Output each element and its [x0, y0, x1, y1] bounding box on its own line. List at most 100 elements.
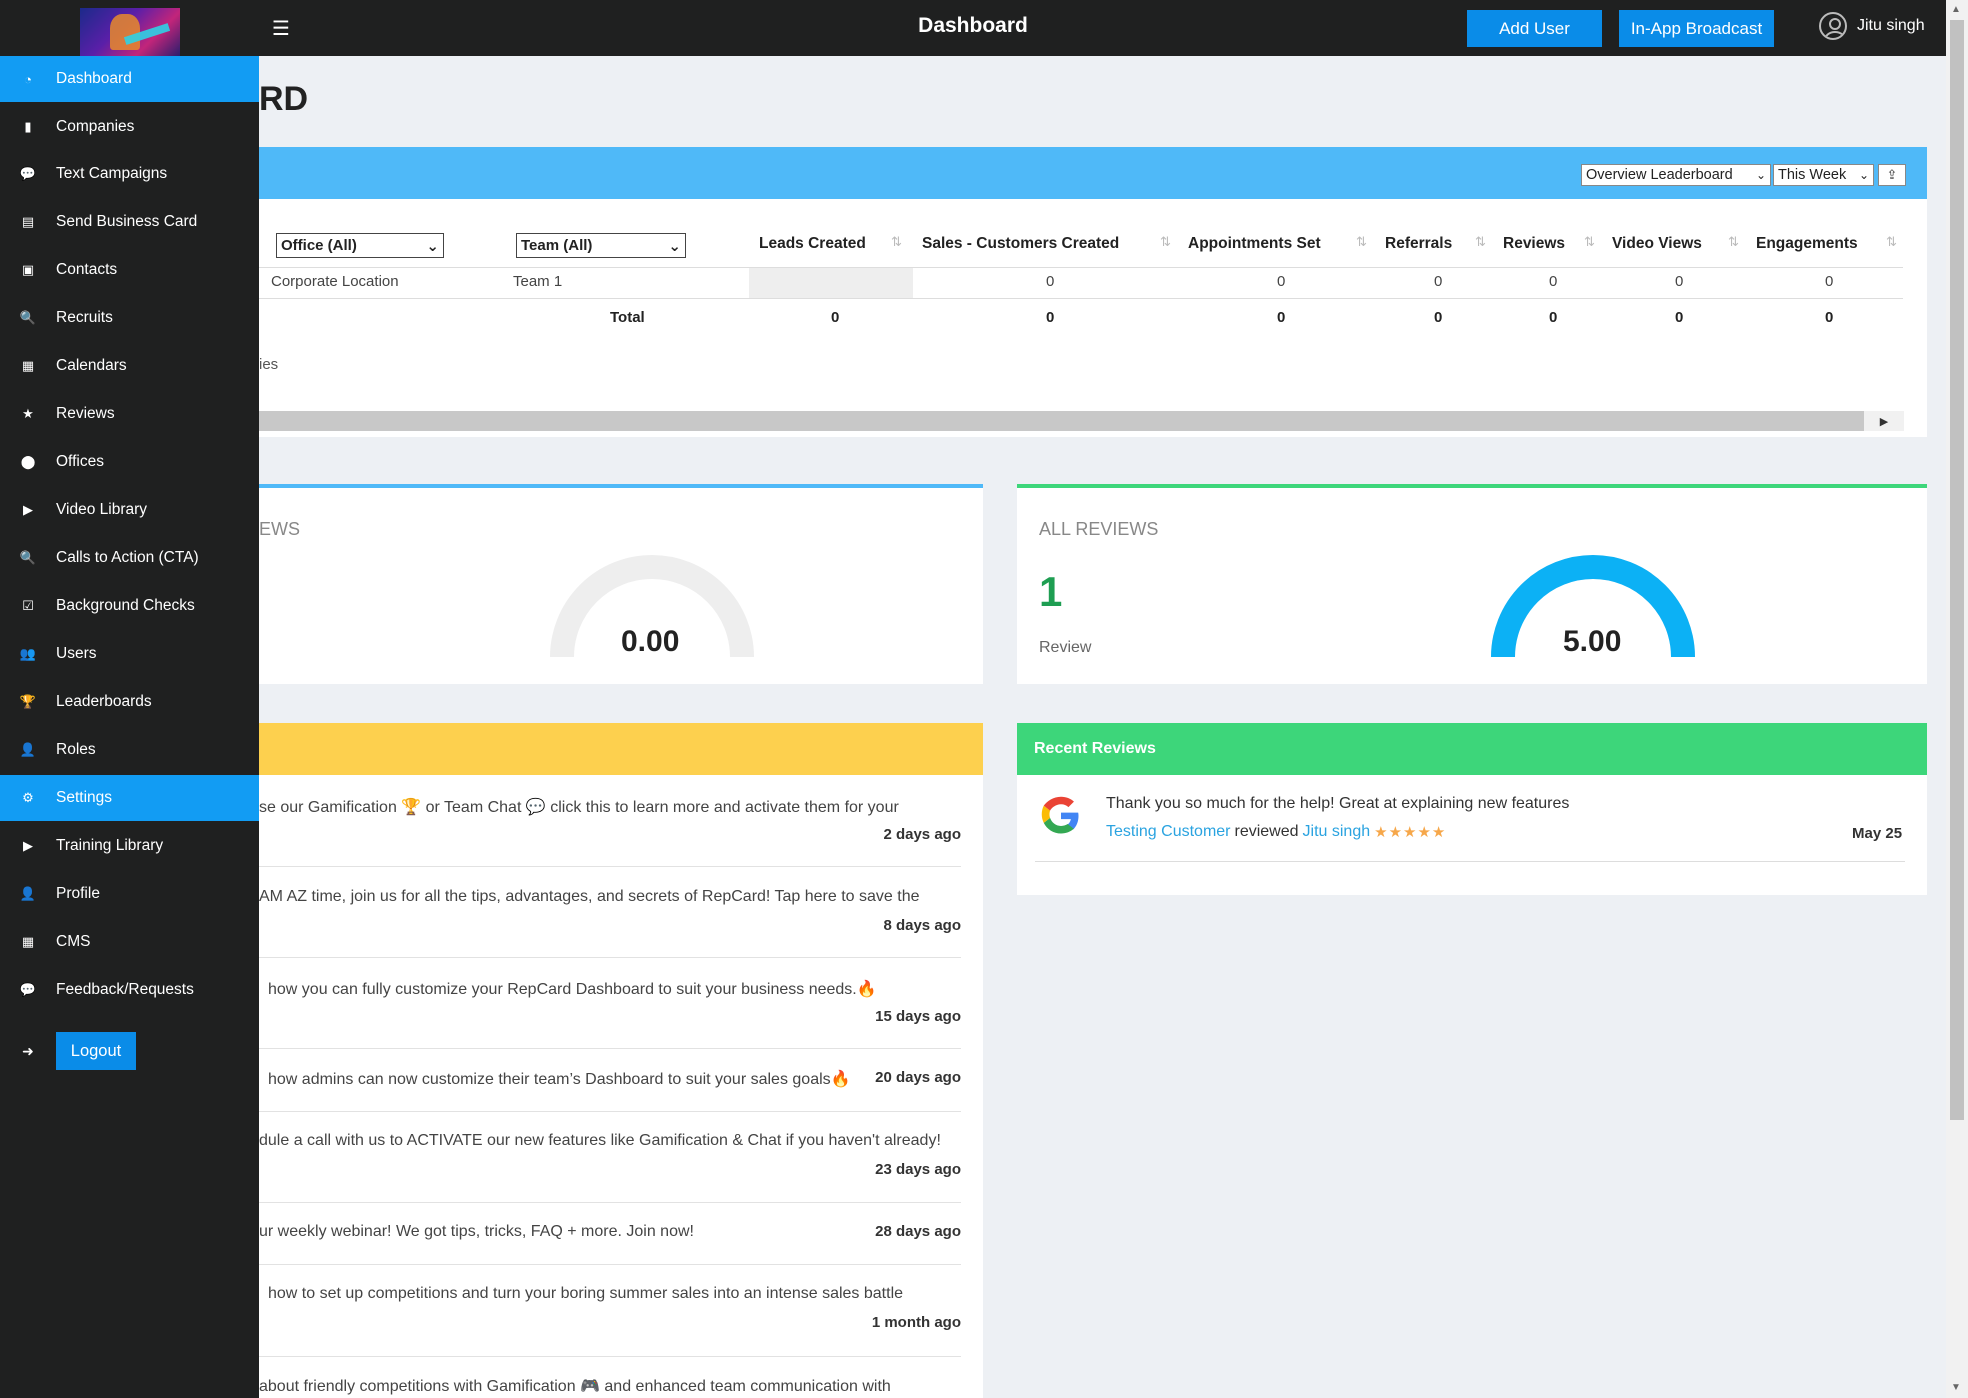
- sidebar-item-send-business-card[interactable]: ▤ Send Business Card: [0, 199, 259, 245]
- trophy-icon: 🏆: [19, 694, 37, 709]
- logout-button[interactable]: Logout: [56, 1032, 136, 1070]
- sidebar-item-label: Background Checks: [56, 597, 195, 614]
- sidebar-item-recruits[interactable]: 🔍 Recruits: [0, 295, 259, 341]
- brand-logo[interactable]: [80, 8, 180, 56]
- leaderboard-header: Overview Leaderboard ⌄ This Week ⌄ ⇪: [259, 147, 1927, 199]
- sidebar-item-feedback-requests[interactable]: 💬 Feedback/Requests: [0, 967, 259, 1013]
- sidebar-item-label: CMS: [56, 933, 91, 950]
- youtube-icon: ▶: [23, 838, 33, 853]
- sort-icon[interactable]: ⇅: [1584, 234, 1595, 250]
- reviewee-link[interactable]: Jitu singh: [1303, 823, 1371, 841]
- sidebar-item-calls-to-action-cta[interactable]: 🔍 Calls to Action (CTA): [0, 535, 259, 581]
- column-header[interactable]: Reviews: [1503, 235, 1565, 253]
- column-header[interactable]: Engagements: [1756, 235, 1858, 253]
- review-meta: Testing Customer reviewed Jitu singh ★★★…: [1106, 823, 1446, 841]
- leaderboard-select-value: Overview Leaderboard: [1586, 167, 1733, 183]
- announcement-text[interactable]: se our Gamification 🏆 or Team Chat 💬 cli…: [259, 797, 899, 817]
- column-header[interactable]: Leads Created: [759, 235, 866, 253]
- card-label: ALL REVIEWS: [1039, 519, 1159, 539]
- add-user-button[interactable]: Add User: [1467, 10, 1602, 47]
- star-icon: ★: [22, 406, 34, 421]
- scroll-down-arrow-icon[interactable]: ▼: [1951, 1382, 1961, 1393]
- sidebar-item-video-library[interactable]: ▶ Video Library: [0, 487, 259, 533]
- sidebar-item-training-library[interactable]: ▶ Training Library: [0, 823, 259, 869]
- scroll-up-arrow-icon[interactable]: ▲: [1951, 4, 1961, 15]
- column-header[interactable]: Sales - Customers Created: [922, 235, 1119, 253]
- total-label: Total: [610, 309, 645, 326]
- export-icon[interactable]: ⇪: [1878, 164, 1906, 186]
- period-select-value: This Week: [1778, 167, 1847, 183]
- sidebar-item-label: Contacts: [56, 261, 118, 278]
- period-select[interactable]: This Week ⌄: [1773, 164, 1874, 186]
- sidebar-item-contacts[interactable]: ▣ Contacts: [0, 247, 259, 293]
- hamburger-menu-icon[interactable]: ☰: [272, 16, 290, 41]
- sidebar-item-dashboard[interactable]: ◔ Dashboard: [0, 56, 259, 102]
- showing-entries-text: ies: [259, 356, 279, 373]
- sort-icon[interactable]: ⇅: [1475, 234, 1486, 250]
- announcement-text[interactable]: about friendly competitions with Gamific…: [259, 1376, 891, 1396]
- google-icon: [1041, 796, 1079, 834]
- sidebar-item-cms[interactable]: ▦ CMS: [0, 919, 259, 965]
- sidebar-item-profile[interactable]: 👤 Profile: [0, 871, 259, 917]
- sidebar-item-label: Video Library: [56, 501, 148, 518]
- search-plus-icon: 🔍: [19, 550, 37, 565]
- reviewer-link[interactable]: Testing Customer: [1106, 823, 1231, 841]
- team-filter-select[interactable]: Team (All) ⌄: [516, 233, 686, 258]
- column-header[interactable]: Appointments Set: [1188, 235, 1321, 253]
- sidebar-item-companies[interactable]: ▮ Companies: [0, 104, 259, 150]
- announcement-text[interactable]: AM AZ time, join us for all the tips, ad…: [259, 888, 920, 906]
- contacts-icon: ▣: [21, 262, 35, 277]
- table-cell: 0: [1434, 273, 1443, 290]
- sidebar-item-users[interactable]: 👥 Users: [0, 631, 259, 677]
- sort-icon[interactable]: ⇅: [1160, 234, 1171, 250]
- announcement-text[interactable]: ur weekly webinar! We got tips, tricks, …: [259, 1223, 694, 1241]
- sort-icon[interactable]: ⇅: [1356, 234, 1367, 250]
- in-app-broadcast-button[interactable]: In-App Broadcast: [1619, 10, 1774, 47]
- announcement-text[interactable]: how admins can now customize their team’…: [268, 1069, 851, 1089]
- sort-icon[interactable]: ⇅: [891, 234, 902, 250]
- table-cell: 0: [1675, 273, 1684, 290]
- announcement-text[interactable]: dule a call with us to ACTIVATE our new …: [259, 1132, 941, 1150]
- search-icon: 🔍: [19, 310, 37, 325]
- sort-icon[interactable]: ⇅: [1728, 234, 1739, 250]
- scrollbar-thumb[interactable]: [1950, 20, 1964, 1120]
- scroll-right-arrow-icon[interactable]: ▶: [1864, 411, 1904, 431]
- announcement-time: 23 days ago: [875, 1161, 961, 1178]
- grid-icon: ▦: [21, 934, 35, 949]
- sidebar-item-label: Roles: [56, 741, 96, 758]
- horizontal-scrollbar[interactable]: ▶: [259, 411, 1904, 431]
- announcement-text[interactable]: how to set up competitions and turn your…: [268, 1285, 903, 1303]
- announcement-divider: [259, 1202, 961, 1203]
- table-cell: 0: [1825, 273, 1834, 290]
- sidebar-item-label: Offices: [56, 453, 104, 470]
- sort-icon[interactable]: ⇅: [1886, 234, 1897, 250]
- sidebar-item-leaderboards[interactable]: 🏆 Leaderboards: [0, 679, 259, 725]
- user-menu[interactable]: Jitu singh: [1819, 12, 1925, 40]
- team-filter-value: Team (All): [521, 237, 593, 254]
- sidebar-item-settings[interactable]: ⚙ Settings: [0, 775, 259, 821]
- column-header[interactable]: Referrals: [1385, 235, 1452, 253]
- sidebar-item-calendars[interactable]: ▦ Calendars: [0, 343, 259, 389]
- gear-icon: ⚙: [22, 790, 34, 805]
- leaderboard-select[interactable]: Overview Leaderboard ⌄: [1581, 164, 1771, 186]
- announcement-divider: [259, 1356, 961, 1357]
- recent-reviews-header: Recent Reviews: [1017, 723, 1927, 775]
- sidebar-item-background-checks[interactable]: ☑ Background Checks: [0, 583, 259, 629]
- table-cell: 0: [1046, 273, 1055, 290]
- total-cell: 0: [1675, 309, 1684, 326]
- column-header[interactable]: Video Views: [1612, 235, 1702, 253]
- recent-reviews-title: Recent Reviews: [1034, 740, 1156, 757]
- reviews-stat-card: EWS 0.00: [259, 484, 983, 684]
- sidebar-item-text-campaigns[interactable]: 💬 Text Campaigns: [0, 151, 259, 197]
- total-cell: 0: [1549, 309, 1558, 326]
- sidebar-item-roles[interactable]: 👤 Roles: [0, 727, 259, 773]
- sidebar-item-label: Reviews: [56, 405, 115, 422]
- sidebar-item-offices[interactable]: ⬤ Offices: [0, 439, 259, 485]
- total-cell: 0: [831, 309, 840, 326]
- office-filter-select[interactable]: Office (All) ⌄: [276, 233, 444, 258]
- leaderboard-panel: Overview Leaderboard ⌄ This Week ⌄ ⇪: [259, 147, 1927, 437]
- page-scrollbar[interactable]: ▲ ▼: [1946, 0, 1968, 1398]
- calendar-icon: ▦: [21, 358, 35, 373]
- sidebar-item-reviews[interactable]: ★ Reviews: [0, 391, 259, 437]
- announcement-text[interactable]: how you can fully customize your RepCard…: [268, 979, 877, 999]
